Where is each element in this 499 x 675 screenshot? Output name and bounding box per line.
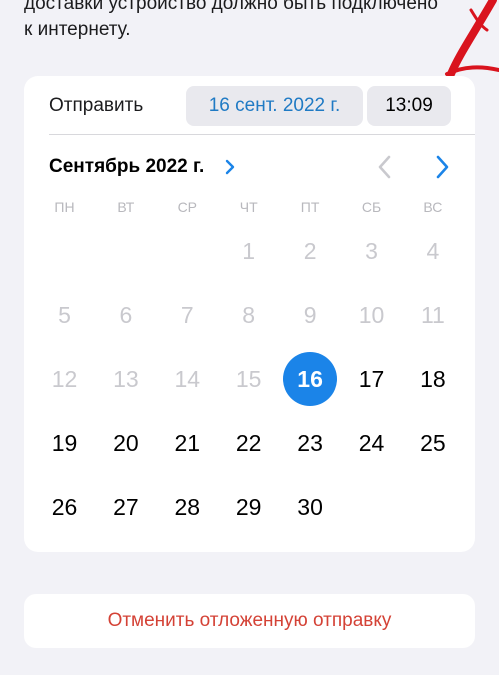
calendar-day[interactable]: 27 (95, 479, 156, 535)
calendar-day: 8 (242, 302, 256, 328)
divider (49, 134, 475, 135)
calendar-day: 4 (426, 238, 440, 264)
calendar-day: 15 (235, 366, 262, 392)
calendar-day: 3 (365, 238, 378, 264)
calendar-day[interactable]: 18 (402, 351, 463, 407)
time-picker-button[interactable]: 13:09 (367, 86, 451, 126)
calendar-day: 7 (180, 302, 194, 328)
calendar-day: 6 (119, 302, 133, 328)
chevron-right-icon[interactable] (223, 159, 237, 175)
date-picker-button[interactable]: 16 сент. 2022 г. (186, 86, 363, 126)
calendar-day[interactable]: 25 (402, 415, 463, 471)
weekday-label: СБ (361, 199, 382, 215)
calendar-day[interactable]: 28 (157, 479, 218, 535)
calendar-day[interactable]: 17 (341, 351, 402, 407)
calendar-day[interactable]: 26 (34, 479, 95, 535)
calendar-day: 5 (58, 302, 71, 328)
weekday-label: СР (177, 199, 198, 215)
calendar-day[interactable]: 30 (280, 479, 341, 535)
schedule-card: Отправить 16 сент. 2022 г. 13:09 Сентябр… (24, 76, 475, 552)
calendar-grid: 1 2 3 4 5 6 7 8 9 10 11 12 13 14 15 16 17 18 19 20 21 22 23 24 2… (34, 223, 464, 543)
calendar-day-selected[interactable]: 16 (280, 351, 341, 407)
red-annotation-mark (445, 0, 499, 78)
calendar-day: 1 (242, 238, 256, 264)
calendar-day[interactable]: 23 (280, 415, 341, 471)
calendar-day: 11 (420, 302, 445, 328)
calendar-day[interactable]: 29 (218, 479, 279, 535)
calendar-day[interactable]: 24 (341, 415, 402, 471)
calendar-day: 12 (51, 366, 78, 392)
calendar-day: 14 (174, 366, 201, 392)
weekday-label: ВС (423, 199, 443, 215)
calendar-day: 10 (358, 302, 385, 328)
weekday-label: ЧТ (239, 199, 258, 215)
chevron-right-icon[interactable] (430, 154, 454, 180)
send-label: Отправить (49, 95, 144, 116)
calendar-day[interactable]: 19 (34, 415, 95, 471)
weekday-label: ВТ (117, 199, 135, 215)
cancel-scheduled-send-button[interactable]: Отменить отложенную отправку (24, 594, 475, 648)
calendar-day[interactable]: 21 (157, 415, 218, 471)
calendar-day: 2 (303, 238, 317, 264)
calendar-day[interactable]: 22 (218, 415, 279, 471)
weekday-label: ПТ (300, 199, 320, 215)
send-row: Отправить 16 сент. 2022 г. 13:09 (24, 76, 475, 134)
calendar-day: 13 (113, 366, 139, 392)
weekday-header: ПН ВТ СР ЧТ ПТ СБ ВС (34, 199, 464, 217)
chevron-left-icon[interactable] (373, 154, 397, 180)
month-title[interactable]: Сентябрь 2022 г. (49, 156, 204, 178)
weekday-label: ПН (54, 199, 75, 215)
calendar-day: 9 (303, 302, 317, 328)
selected-day-circle: 16 (283, 352, 338, 406)
calendar-day[interactable]: 20 (95, 415, 156, 471)
